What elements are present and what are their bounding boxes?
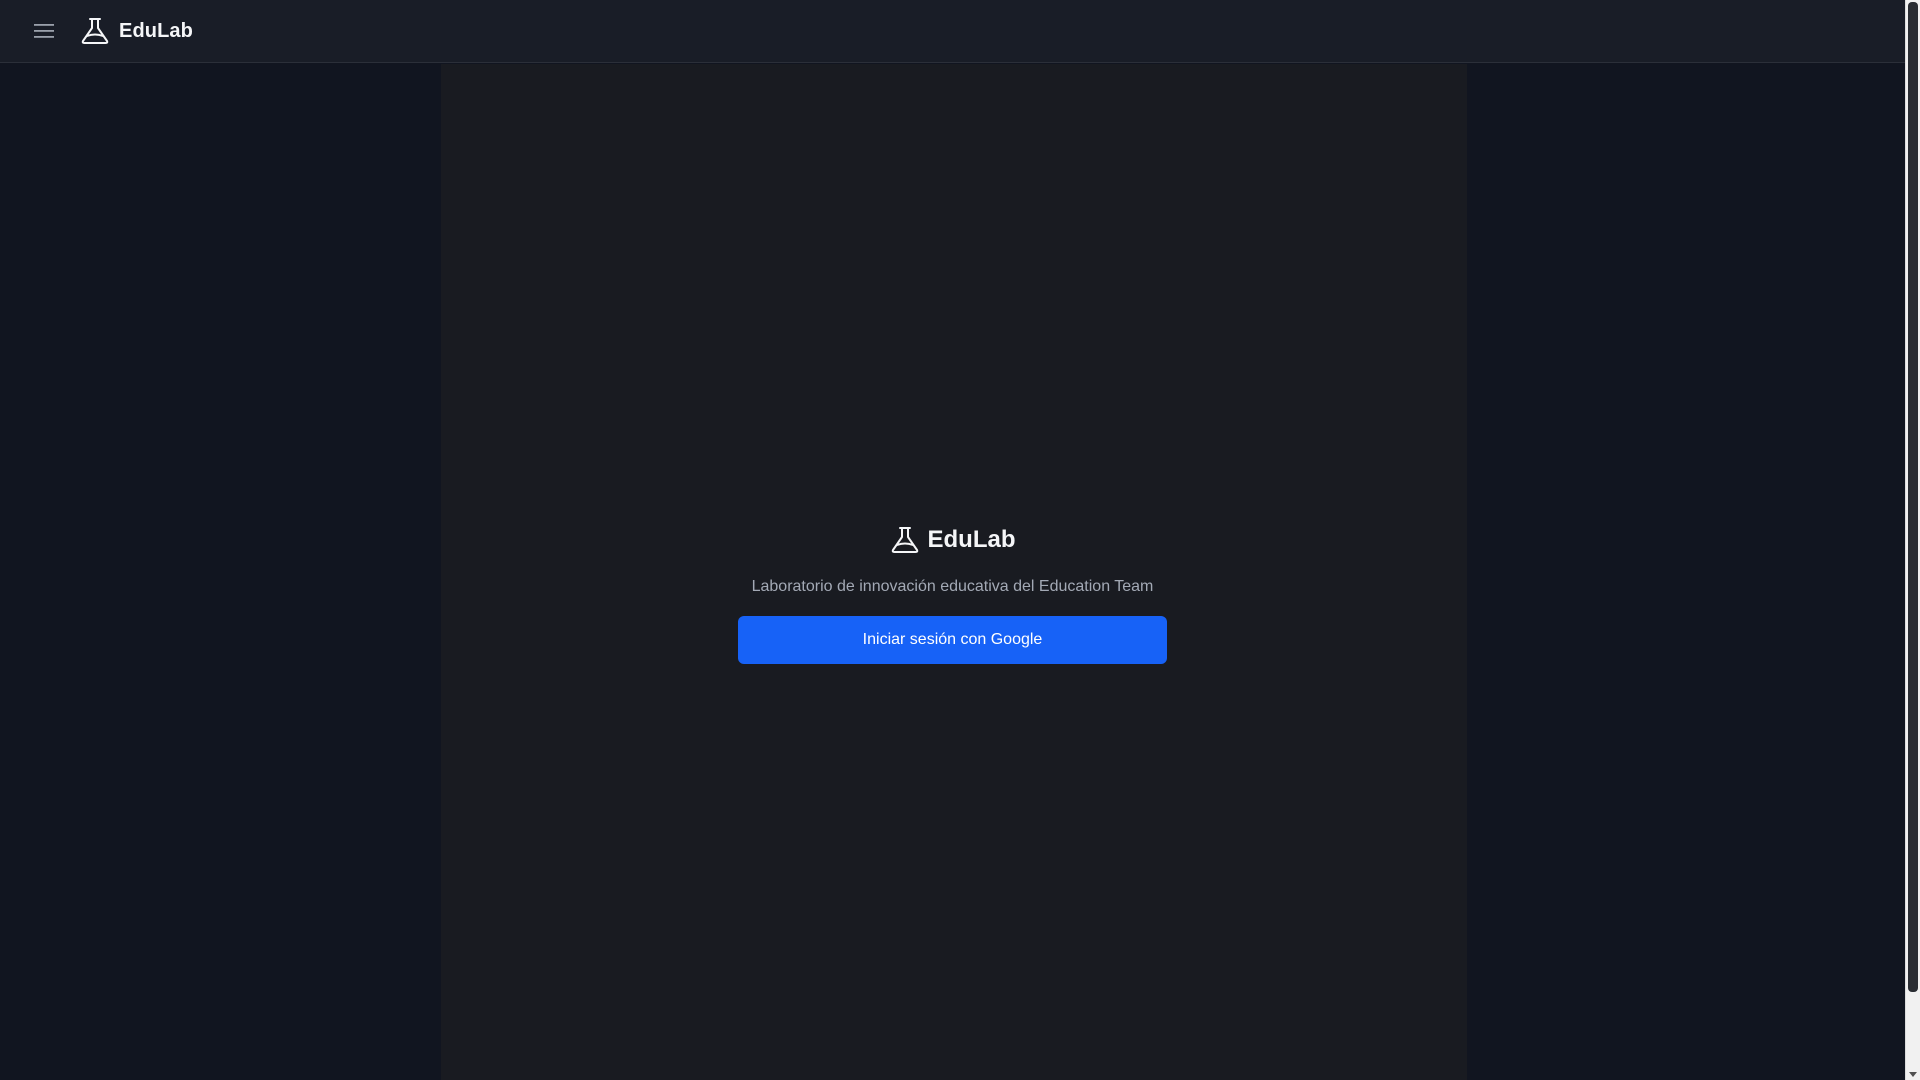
top-app-bar: EduLab	[0, 0, 1905, 63]
google-sign-in-button[interactable]: Iniciar sesión con Google	[738, 616, 1167, 664]
flask-icon	[81, 18, 109, 44]
main-stage: EduLab Laboratorio de innovación educati…	[0, 64, 1905, 1080]
header-brand-link[interactable]: EduLab	[80, 17, 193, 45]
login-brand: EduLab	[890, 526, 1016, 554]
login-card: EduLab Laboratorio de innovación educati…	[738, 526, 1167, 664]
header-brand-name: EduLab	[119, 19, 193, 42]
menu-button[interactable]	[22, 9, 66, 53]
scroll-down-arrow-icon[interactable]	[1909, 1072, 1917, 1077]
login-tagline: Laboratorio de innovación educativa del …	[751, 578, 1154, 595]
vertical-scrollbar[interactable]	[1905, 0, 1920, 1080]
scrollbar-thumb[interactable]	[1908, 2, 1918, 992]
flask-icon	[891, 527, 918, 553]
login-brand-name: EduLab	[927, 526, 1016, 553]
hamburger-menu-icon	[34, 24, 54, 38]
